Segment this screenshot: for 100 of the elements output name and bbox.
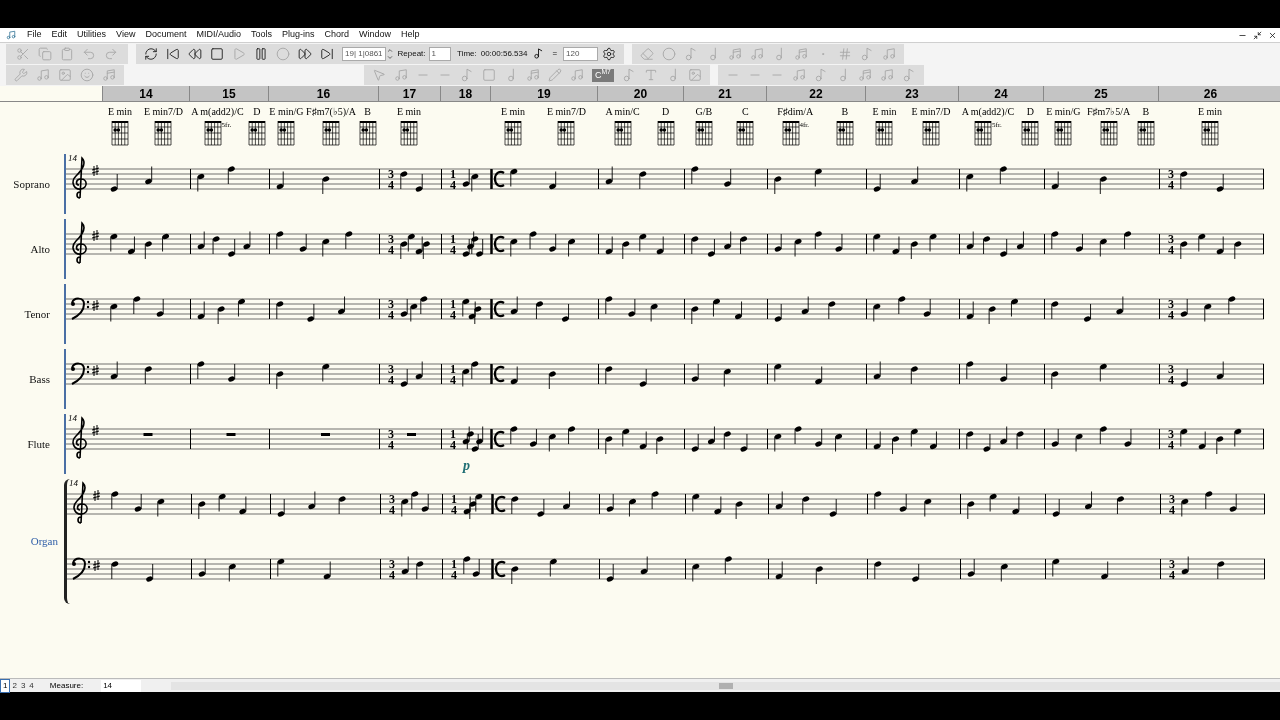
instrument-name[interactable]: Alto bbox=[0, 240, 64, 258]
quarter-note-icon[interactable] bbox=[533, 48, 545, 60]
time-signature-bottom: 4 bbox=[389, 568, 395, 582]
chord-diagram-icon bbox=[1099, 120, 1118, 146]
menu-item[interactable]: Tools bbox=[245, 28, 277, 42]
common-time-icon bbox=[493, 430, 505, 448]
time-signature-top: 3 bbox=[388, 297, 394, 311]
instrument-name[interactable]: Soprano bbox=[0, 175, 64, 193]
settings-icon[interactable] bbox=[602, 46, 617, 61]
repeat-select[interactable]: 1 bbox=[428, 46, 451, 61]
note-icon[interactable] bbox=[750, 46, 765, 61]
spin-down-icon[interactable] bbox=[385, 53, 394, 61]
instrument-name[interactable]: Flute bbox=[0, 435, 64, 453]
chord-name: E min bbox=[107, 106, 133, 117]
menu-item[interactable]: Plug-ins bbox=[277, 28, 320, 42]
note-icon[interactable] bbox=[36, 68, 50, 83]
note-icon[interactable] bbox=[394, 68, 408, 83]
restore-icon[interactable] bbox=[1253, 30, 1262, 40]
eraser-icon[interactable] bbox=[640, 46, 655, 61]
measure-number[interactable]: 23 bbox=[865, 86, 958, 102]
chord-tool-button[interactable]: C$^{M7}$ bbox=[592, 68, 614, 82]
measure-number[interactable]: 19 bbox=[490, 86, 597, 102]
time-signature-bottom: 4 bbox=[450, 438, 456, 452]
instrument-name[interactable]: Organ bbox=[0, 533, 64, 550]
tempo-field[interactable]: 120 bbox=[563, 46, 599, 61]
page-tab[interactable]: 2 bbox=[10, 679, 19, 692]
image-icon[interactable] bbox=[58, 68, 72, 83]
note-icon[interactable] bbox=[860, 46, 875, 61]
menu-item[interactable]: Window bbox=[354, 28, 397, 42]
treble-clef-icon bbox=[72, 222, 87, 264]
measure-number[interactable]: 24 bbox=[958, 86, 1043, 102]
page-tab[interactable]: 1 bbox=[0, 678, 11, 693]
menu-item[interactable]: Chord bbox=[319, 28, 354, 42]
time-signature-top: 3 bbox=[388, 427, 394, 441]
menu-item[interactable]: Document bbox=[140, 28, 192, 42]
measure-number[interactable]: 26 bbox=[1158, 86, 1262, 102]
pointer-icon[interactable] bbox=[372, 68, 386, 83]
image-icon[interactable] bbox=[687, 68, 702, 83]
paste-icon[interactable] bbox=[60, 46, 74, 61]
skip-forward-icon[interactable] bbox=[320, 46, 334, 61]
measure-number[interactable]: 21 bbox=[683, 86, 766, 102]
position-field[interactable]: 19| 1|0861 bbox=[342, 46, 386, 61]
measure-number[interactable]: 17 bbox=[378, 86, 440, 102]
wrench-icon[interactable] bbox=[14, 68, 28, 83]
menu-item[interactable]: View bbox=[111, 28, 141, 42]
whole-note-icon[interactable] bbox=[662, 46, 677, 61]
redo-icon[interactable] bbox=[104, 46, 118, 61]
chord-name: D bbox=[661, 106, 670, 117]
skip-back-icon[interactable] bbox=[166, 46, 180, 61]
page-tab[interactable]: 3 bbox=[18, 679, 28, 692]
note-icon[interactable] bbox=[621, 68, 636, 83]
fast-forward-icon[interactable] bbox=[298, 46, 312, 61]
measure-number[interactable]: 25 bbox=[1043, 86, 1158, 102]
measure-number[interactable]: 20 bbox=[597, 86, 683, 102]
chord-diagram-icon bbox=[736, 120, 755, 146]
menu-item[interactable]: Edit bbox=[46, 28, 73, 42]
menu-item[interactable]: Help bbox=[396, 28, 425, 42]
pencil-icon[interactable] bbox=[548, 68, 562, 83]
chord-diagram-icon bbox=[247, 120, 266, 146]
note-icon[interactable] bbox=[460, 68, 474, 83]
copy-icon[interactable] bbox=[38, 46, 52, 61]
record-icon[interactable] bbox=[276, 46, 290, 61]
equals-sign: = bbox=[552, 47, 558, 60]
menu-item[interactable]: Utilities bbox=[72, 28, 112, 42]
measure-number[interactable]: 22 bbox=[766, 86, 865, 102]
close-icon[interactable] bbox=[1268, 30, 1277, 40]
time-signature-top: 3 bbox=[388, 232, 394, 246]
loop-icon[interactable] bbox=[144, 46, 158, 61]
note-icon[interactable] bbox=[570, 68, 584, 83]
note-icon[interactable] bbox=[794, 46, 809, 61]
menu-item[interactable]: MIDI/Audio bbox=[191, 28, 246, 42]
smiley-icon[interactable] bbox=[80, 68, 94, 83]
menu-item[interactable]: File bbox=[22, 28, 47, 42]
chord-name: D bbox=[253, 106, 261, 117]
measure-number[interactable]: 16 bbox=[268, 86, 378, 102]
chord-name: B bbox=[841, 106, 849, 117]
chord-name: A min/C bbox=[605, 106, 640, 117]
play-icon[interactable] bbox=[232, 46, 246, 61]
text-icon[interactable] bbox=[643, 68, 658, 83]
horizontal-scrollbar[interactable] bbox=[171, 681, 1280, 690]
rewind-icon[interactable] bbox=[188, 46, 202, 61]
note-icon[interactable] bbox=[882, 46, 897, 61]
cut-icon[interactable] bbox=[16, 46, 30, 61]
box-icon[interactable] bbox=[482, 68, 496, 83]
sharp-icon[interactable] bbox=[838, 46, 853, 61]
measure-field[interactable]: 14 bbox=[101, 679, 142, 692]
instrument-name[interactable]: Tenor bbox=[0, 305, 64, 323]
instrument-name[interactable]: Bass bbox=[0, 370, 64, 388]
measure-number[interactable]: 18 bbox=[440, 86, 490, 102]
note-icon[interactable] bbox=[526, 68, 540, 83]
undo-icon[interactable] bbox=[82, 46, 96, 61]
sharp-icon bbox=[91, 364, 100, 377]
measure-number[interactable]: 15 bbox=[189, 86, 268, 102]
dynamic-marking: p bbox=[463, 458, 470, 473]
time-signature-bottom: 4 bbox=[1169, 503, 1175, 517]
pause-icon[interactable] bbox=[254, 46, 268, 61]
spin-up-icon[interactable] bbox=[385, 46, 394, 54]
stop-icon[interactable] bbox=[210, 46, 224, 61]
measure-number[interactable]: 14 bbox=[102, 86, 189, 102]
page-tab[interactable]: 4 bbox=[27, 679, 36, 692]
